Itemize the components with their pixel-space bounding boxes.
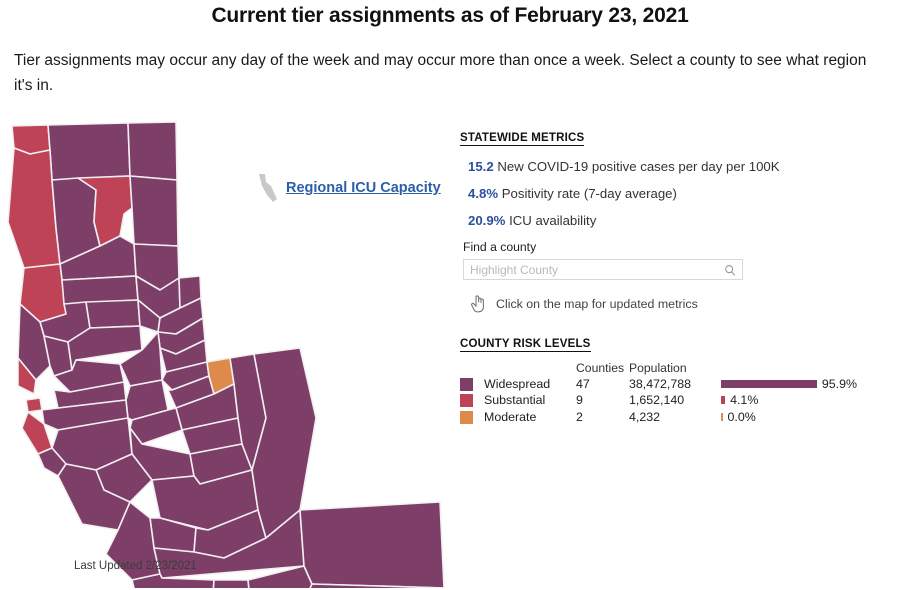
map-click-hint: Click on the map for updated metrics bbox=[470, 294, 890, 313]
metric-row-icu: 20.9% ICU availability bbox=[468, 213, 890, 228]
col-header-tier bbox=[484, 361, 576, 376]
statewide-metrics-list: 15.2 New COVID-19 positive cases per day… bbox=[460, 159, 890, 228]
county-siskiyou[interactable] bbox=[47, 122, 131, 181]
share-pct-substantial: 4.1% bbox=[730, 393, 759, 408]
metrics-panel: STATEWIDE METRICS 15.2 New COVID-19 posi… bbox=[460, 128, 890, 425]
county-risk-heading-wrap: COUNTY RISK LEVELS bbox=[460, 334, 890, 352]
share-bar-widespread bbox=[721, 380, 817, 389]
risk-population-moderate: 4,232 bbox=[629, 409, 661, 424]
swatch-widespread bbox=[460, 378, 473, 392]
risk-share-moderate: 0.0% bbox=[721, 408, 881, 424]
col-header-share bbox=[721, 361, 881, 376]
table-row[interactable]: Moderate 2 4,232 0.0% bbox=[460, 408, 881, 424]
california-outline-icon bbox=[259, 174, 277, 202]
county-search-box[interactable] bbox=[463, 259, 743, 280]
page-title: Current tier assignments as of February … bbox=[211, 4, 689, 27]
county-risk-levels-heading: COUNTY RISK LEVELS bbox=[460, 338, 591, 352]
risk-share-widespread: 95.9% bbox=[721, 376, 881, 392]
metric-row-positivity: 4.8% Positivity rate (7-day average) bbox=[468, 186, 890, 201]
table-header-row: Counties Population bbox=[460, 361, 881, 376]
county-modoc[interactable] bbox=[127, 121, 178, 181]
table-row[interactable]: Widespread 47 38,472,788 95.9% bbox=[460, 376, 881, 392]
regional-icu-capacity-link[interactable]: Regional ICU Capacity bbox=[286, 180, 441, 196]
share-bar-moderate bbox=[721, 412, 723, 421]
risk-counties-substantial: 9 bbox=[576, 393, 583, 408]
county-lassen[interactable] bbox=[129, 175, 179, 247]
statewide-metrics-heading: STATEWIDE METRICS bbox=[460, 132, 585, 146]
page-subtitle: Tier assignments may occur any day of th… bbox=[14, 52, 867, 94]
risk-counties-widespread: 47 bbox=[576, 377, 590, 392]
col-header-population: Population bbox=[629, 361, 687, 375]
risk-tier-widespread: Widespread bbox=[484, 377, 551, 392]
find-a-county-label: Find a county bbox=[463, 240, 537, 254]
last-updated-label: Last Updated 2/23/2021 bbox=[74, 560, 197, 572]
risk-population-substantial: 1,652,140 bbox=[629, 393, 685, 408]
metric-label-icu: ICU availability bbox=[509, 213, 597, 228]
share-bar-substantial bbox=[721, 396, 726, 405]
risk-share-substantial: 4.1% bbox=[721, 392, 881, 408]
risk-swatch-cell-moderate bbox=[460, 408, 484, 424]
risk-swatch-cell-substantial bbox=[460, 392, 484, 408]
pointing-hand-icon bbox=[471, 295, 484, 313]
risk-tier-substantial: Substantial bbox=[484, 393, 546, 408]
risk-counties-moderate: 2 bbox=[576, 409, 583, 424]
risk-swatch-cell-widespread bbox=[460, 376, 484, 392]
swatch-moderate bbox=[460, 410, 473, 424]
county-ventura[interactable] bbox=[212, 579, 252, 588]
regional-icu-capacity-link-row[interactable]: Regional ICU Capacity bbox=[258, 173, 441, 203]
search-input[interactable] bbox=[470, 262, 724, 277]
share-pct-moderate: 0.0% bbox=[727, 409, 756, 424]
search-icon[interactable] bbox=[724, 264, 736, 276]
risk-population-widespread: 38,472,788 bbox=[629, 377, 692, 392]
metric-row-cases: 15.2 New COVID-19 positive cases per day… bbox=[468, 159, 890, 174]
table-row[interactable]: Substantial 9 1,652,140 4.1% bbox=[460, 392, 881, 408]
share-pct-widespread: 95.9% bbox=[821, 377, 858, 392]
risk-tier-moderate: Moderate bbox=[484, 409, 537, 424]
county-colusa[interactable] bbox=[85, 299, 141, 329]
metric-value-positivity: 4.8% bbox=[468, 186, 499, 201]
col-header-counties: Counties bbox=[576, 361, 625, 375]
metric-label-cases: New COVID-19 positive cases per day per … bbox=[497, 159, 780, 174]
county-risk-table: Counties Population Widespread 47 38,472… bbox=[460, 361, 881, 425]
swatch-substantial bbox=[460, 394, 473, 408]
col-header-swatch bbox=[460, 361, 484, 376]
metric-label-positivity: Positivity rate (7-day average) bbox=[501, 186, 677, 201]
county-san-bernardino[interactable] bbox=[299, 501, 445, 588]
tier-assignment-page: Current tier assignments as of February … bbox=[0, 0, 900, 590]
county-san-francisco[interactable] bbox=[25, 397, 43, 413]
metric-value-icu: 20.9% bbox=[468, 213, 506, 228]
metric-value-cases: 15.2 bbox=[468, 159, 494, 174]
map-click-hint-text: Click on the map for updated metrics bbox=[496, 296, 698, 311]
